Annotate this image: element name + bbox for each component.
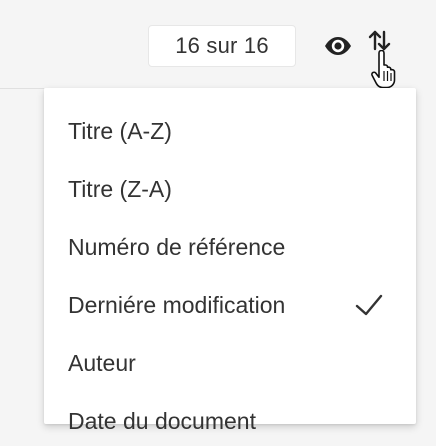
- results-toolbar: 16 sur 16: [0, 0, 436, 88]
- sort-option-label: Auteur: [68, 349, 136, 376]
- sort-option-reference-number[interactable]: Numéro de référence: [44, 218, 416, 276]
- hand-pointer-icon: [371, 50, 396, 88]
- sort-option-document-date[interactable]: Date du document: [44, 392, 416, 446]
- view-button[interactable]: [318, 31, 358, 61]
- checkmark-icon: [355, 294, 383, 316]
- sort-dropdown-menu: Titre (A-Z) Titre (Z-A) Numéro de référe…: [44, 88, 416, 434]
- sort-option-title-asc[interactable]: Titre (A-Z): [44, 102, 416, 160]
- sort-button[interactable]: [364, 28, 404, 96]
- sort-options-list: Titre (A-Z) Titre (Z-A) Numéro de référe…: [44, 102, 416, 446]
- content-divider: [0, 88, 44, 89]
- sort-option-label: Titre (A-Z): [68, 117, 172, 144]
- sort-option-last-modified[interactable]: Derniére modification: [44, 276, 416, 334]
- sort-option-label: Numéro de référence: [68, 233, 286, 260]
- sort-option-label: Titre (Z-A): [68, 175, 172, 202]
- result-count-text: 16 sur 16: [175, 33, 269, 58]
- result-count-badge: 16 sur 16: [148, 25, 296, 67]
- app-screen: 16 sur 16 Titre (A-Z) Titre (Z-A) Numéro…: [0, 0, 436, 446]
- sort-option-label: Date du document: [68, 407, 256, 434]
- sort-option-title-desc[interactable]: Titre (Z-A): [44, 160, 416, 218]
- eye-icon: [325, 37, 351, 55]
- sort-option-author[interactable]: Auteur: [44, 334, 416, 392]
- sort-option-label: Derniére modification: [68, 291, 286, 318]
